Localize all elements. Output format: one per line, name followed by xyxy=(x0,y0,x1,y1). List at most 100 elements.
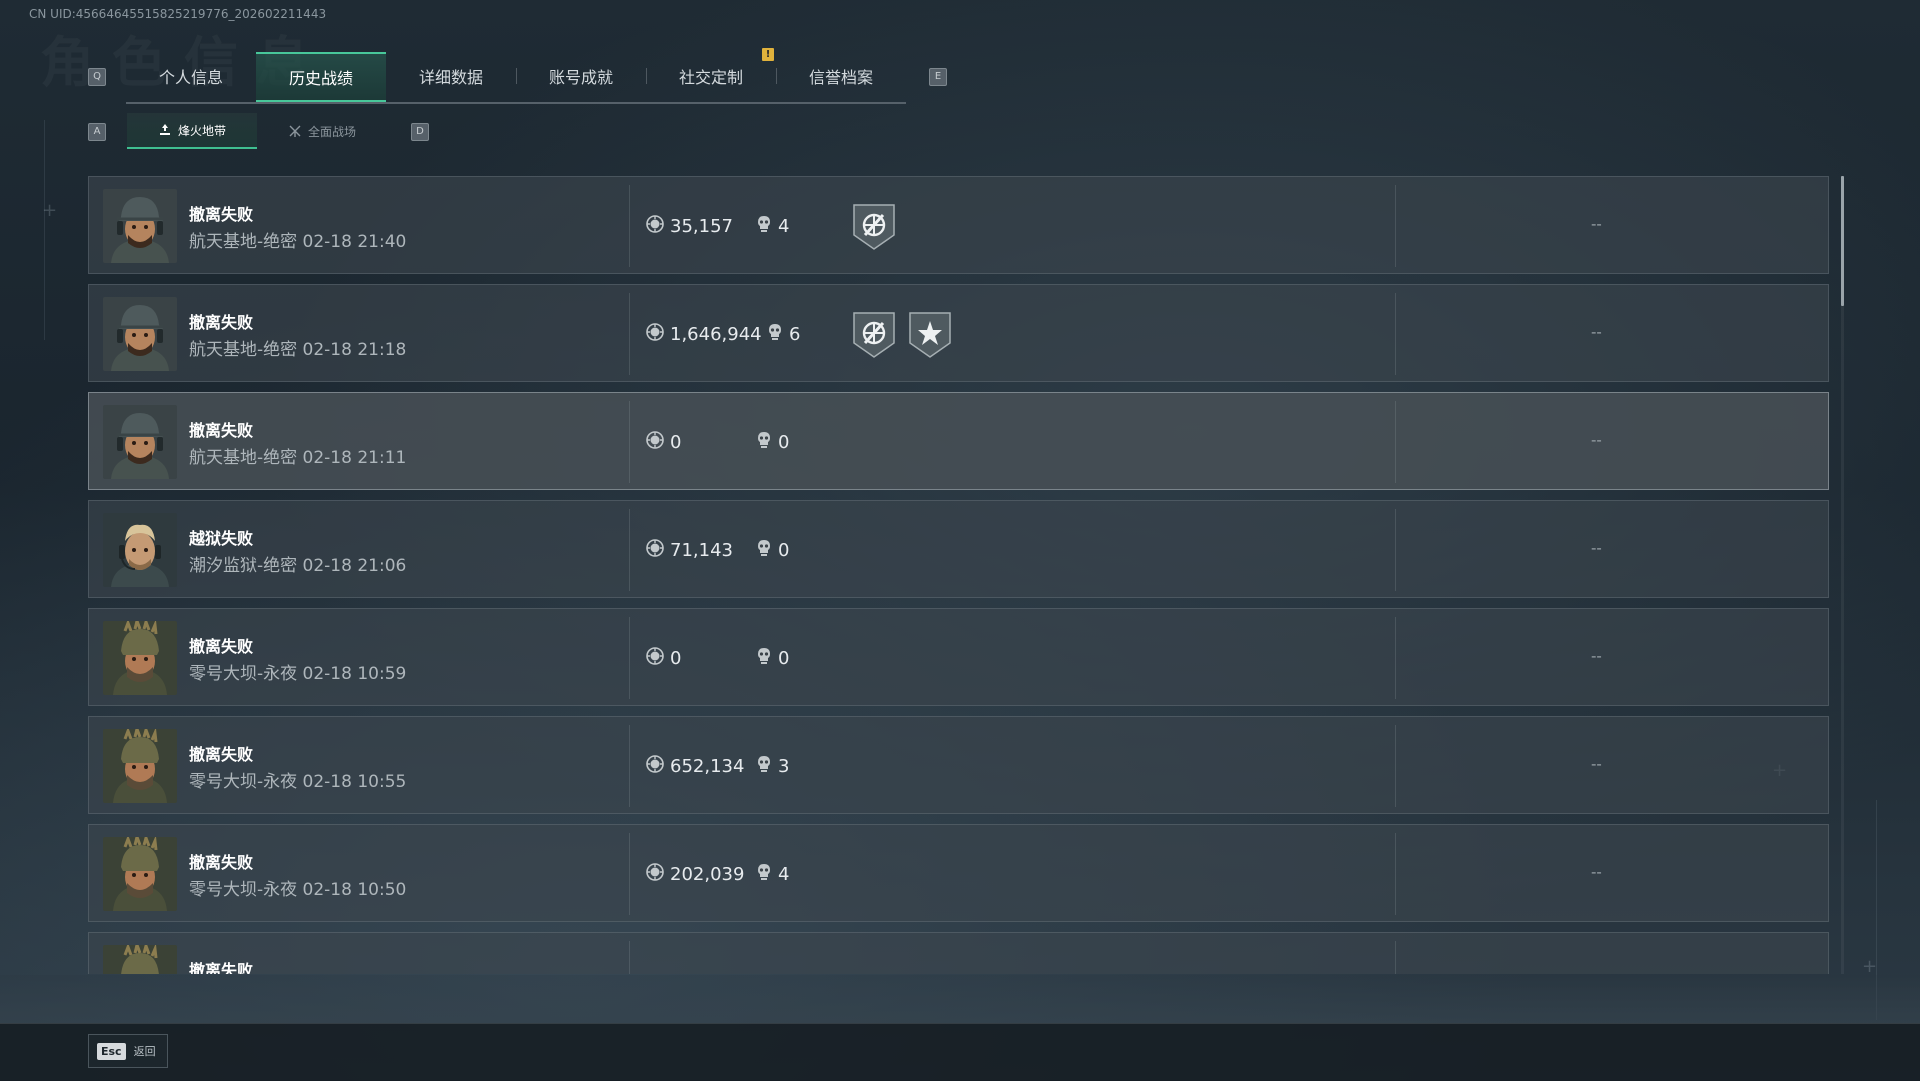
kills-stat: 6 xyxy=(767,323,800,345)
operator-avatar xyxy=(103,297,177,371)
skull-icon xyxy=(756,215,772,238)
row-divider xyxy=(1395,185,1396,267)
match-result: 撤离失败 xyxy=(189,849,253,873)
value-text: 202,039 xyxy=(670,864,744,885)
match-row[interactable]: 撤离失败零号大坝-永夜 02-18 10:5900-- xyxy=(88,608,1829,706)
next-subtab-key[interactable]: D xyxy=(411,123,429,141)
kills-text: 4 xyxy=(778,864,789,885)
kills-text: 0 xyxy=(778,432,789,453)
value-icon xyxy=(646,323,664,346)
battlefield-icon xyxy=(288,124,302,138)
kills-stat: 4 xyxy=(756,215,789,237)
tab-1[interactable]: 历史战绩 xyxy=(256,52,386,100)
value-stat: 71,143 xyxy=(646,539,733,561)
row-divider xyxy=(1395,509,1396,591)
value-icon xyxy=(646,431,664,454)
match-detail: 潮汐监狱-绝密 02-18 21:06 xyxy=(189,551,406,576)
value-stat: 202,039 xyxy=(646,863,744,885)
next-tab-key[interactable]: E xyxy=(929,68,947,86)
skull-icon xyxy=(756,647,772,670)
value-stat: 0 xyxy=(646,647,681,669)
extra-info: -- xyxy=(1591,323,1602,341)
extra-info: -- xyxy=(1591,647,1602,665)
extra-info: -- xyxy=(1591,755,1602,773)
subtab-label: 全面战场 xyxy=(308,123,356,140)
match-detail: 零号大坝-永夜 02-18 10:55 xyxy=(189,767,406,792)
operator-avatar xyxy=(103,729,177,803)
value-text: 71,143 xyxy=(670,540,733,561)
value-text: 35,157 xyxy=(670,216,733,237)
match-row[interactable]: 撤离失败航天基地-绝密 02-18 21:1100-- xyxy=(88,392,1829,490)
bottom-fade xyxy=(0,975,1920,1023)
row-divider xyxy=(629,941,630,974)
recycle-medal-icon[interactable] xyxy=(852,201,896,251)
match-detail: 零号大坝-永夜 02-18 10:50 xyxy=(189,875,406,900)
value-icon xyxy=(646,863,664,886)
match-detail: 航天基地-绝密 02-18 21:11 xyxy=(189,443,406,468)
tab-4[interactable]: 社交定制 xyxy=(646,52,776,100)
tab-2[interactable]: 详细数据 xyxy=(386,52,516,100)
value-stat: 0 xyxy=(646,431,681,453)
kills-text: 4 xyxy=(778,216,789,237)
operator-avatar xyxy=(103,621,177,695)
tab-5[interactable]: 信誉档案 xyxy=(776,52,906,100)
match-detail: 航天基地-绝密 02-18 21:18 xyxy=(189,335,406,360)
flame-zone-icon xyxy=(158,123,172,137)
kills-stat: 3 xyxy=(756,755,789,777)
value-text: 0 xyxy=(670,432,681,453)
value-stat: 35,157 xyxy=(646,215,733,237)
back-button[interactable]: Esc 返回 xyxy=(88,1034,168,1068)
row-divider xyxy=(1395,725,1396,807)
value-text: 1,646,944 xyxy=(670,324,762,345)
operator-avatar xyxy=(103,189,177,263)
kills-text: 3 xyxy=(778,756,789,777)
scrollbar-thumb[interactable] xyxy=(1841,176,1844,306)
back-label: 返回 xyxy=(134,1043,156,1059)
match-result: 撤离失败 xyxy=(189,309,253,333)
extra-info: -- xyxy=(1591,863,1602,881)
match-row[interactable]: 撤离失败零号大坝-永夜 02-18 10:55 652,134 3 -- xyxy=(88,716,1829,814)
match-row[interactable]: 撤离失败零号大坝-永夜 02-18 10:50 202,039 4 -- xyxy=(88,824,1829,922)
match-result: 撤离失败 xyxy=(189,741,253,765)
uid-label: CN UID:4566464551582521977​6_20260221144… xyxy=(29,7,326,21)
prev-subtab-key[interactable]: A xyxy=(88,123,106,141)
subtab-1[interactable]: 全面战场 xyxy=(257,113,387,149)
tab-0[interactable]: 个人信息 xyxy=(126,52,256,100)
extra-info: -- xyxy=(1591,539,1602,557)
match-detail: 航天基地-绝密 02-18 21:40 xyxy=(189,227,406,252)
row-divider xyxy=(1395,833,1396,915)
extra-info: -- xyxy=(1591,215,1602,233)
extra-info: -- xyxy=(1591,431,1602,449)
value-stat: 652,134 xyxy=(646,755,744,777)
decor-cross: + xyxy=(1862,956,1877,977)
recycle-medal-icon[interactable] xyxy=(852,309,896,359)
prev-tab-key[interactable]: Q xyxy=(88,68,106,86)
row-divider xyxy=(629,401,630,483)
tab-3[interactable]: 账号成就 xyxy=(516,52,646,100)
star-medal-icon[interactable] xyxy=(908,309,952,359)
value-icon xyxy=(646,647,664,670)
mode-subtabs: 烽火地带 全面战场 xyxy=(127,113,387,149)
subtab-0[interactable]: 烽火地带 xyxy=(127,113,257,149)
row-divider xyxy=(629,509,630,591)
match-result: 撤离失败 xyxy=(189,957,253,974)
kills-text: 6 xyxy=(789,324,800,345)
value-text: 652,134 xyxy=(670,756,744,777)
match-row[interactable]: 撤离失败航天基地-绝密 02-18 21:18 1,646,944 6 -- xyxy=(88,284,1829,382)
value-icon xyxy=(646,539,664,562)
operator-avatar xyxy=(103,837,177,911)
match-row[interactable]: 撤离失败 xyxy=(88,932,1829,974)
value-stat: 1,646,944 xyxy=(646,323,762,345)
skull-icon xyxy=(756,539,772,562)
match-row[interactable]: 撤离失败航天基地-绝密 02-18 21:4035,1574-- xyxy=(88,176,1829,274)
value-icon xyxy=(646,755,664,778)
row-divider xyxy=(629,833,630,915)
match-result: 撤离失败 xyxy=(189,633,253,657)
match-row[interactable]: 越狱失败潮汐监狱-绝密 02-18 21:0671,1430-- xyxy=(88,500,1829,598)
row-divider xyxy=(1395,293,1396,375)
operator-avatar xyxy=(103,513,177,587)
footer-bar xyxy=(0,1023,1920,1081)
skull-icon xyxy=(756,431,772,454)
notification-badge: ! xyxy=(762,48,774,61)
kills-text: 0 xyxy=(778,648,789,669)
